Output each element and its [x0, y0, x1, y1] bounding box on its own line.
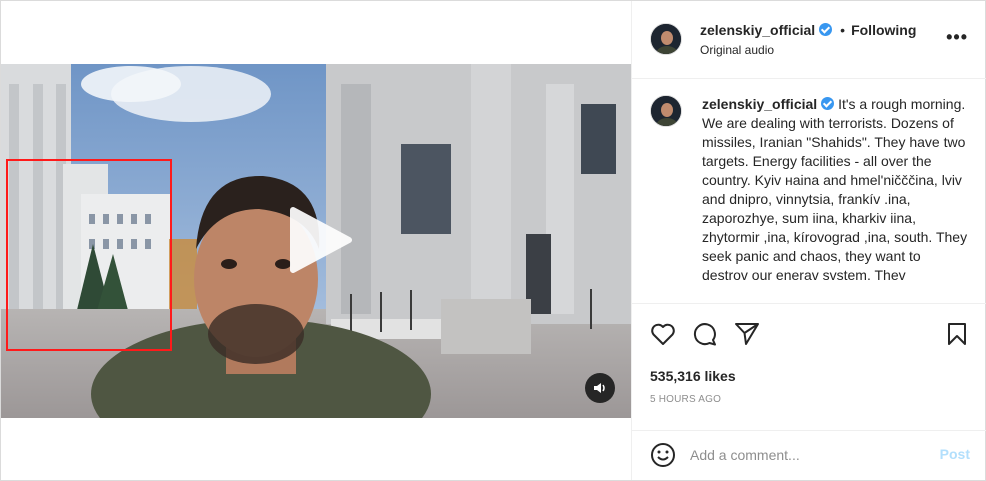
like-heart-icon[interactable]	[650, 322, 676, 346]
more-options-button[interactable]: •••	[946, 27, 968, 48]
caption-avatar[interactable]	[650, 95, 682, 127]
annotation-highlight-box	[6, 159, 172, 351]
author-avatar[interactable]	[650, 23, 682, 55]
caption-text-block: zelenskiy_official It's a rough morning.…	[702, 95, 970, 285]
share-plane-icon[interactable]	[734, 322, 760, 346]
play-icon[interactable]	[287, 204, 353, 276]
post-actions: 535,316 likes 5 HOURS AGO	[632, 303, 986, 430]
verified-badge-icon	[819, 23, 833, 36]
caption-username[interactable]: zelenskiy_official	[702, 96, 817, 112]
header-username[interactable]: zelenskiy_official	[700, 22, 815, 38]
audio-label[interactable]: Original audio	[700, 43, 916, 57]
post-sidebar: zelenskiy_official • Following Original au…	[631, 1, 986, 480]
likes-count[interactable]: 535,316 likes	[650, 368, 736, 384]
following-button[interactable]: Following	[851, 22, 916, 38]
post-media	[1, 1, 631, 480]
comment-input[interactable]	[690, 443, 920, 467]
post-timestamp[interactable]: 5 HOURS AGO	[650, 394, 721, 405]
post-comment-button[interactable]: Post	[940, 446, 970, 462]
header-meta: zelenskiy_official • Following Original au…	[700, 22, 916, 57]
caption-body: It's a rough morning. We are dealing wit…	[702, 96, 968, 283]
comment-bubble-icon[interactable]	[692, 322, 718, 346]
separator-dot: •	[840, 22, 846, 38]
avatar-portrait-image	[651, 24, 681, 54]
emoji-icon[interactable]	[650, 442, 676, 468]
sound-toggle-button[interactable]	[585, 373, 615, 403]
post-caption: zelenskiy_official It's a rough morning.…	[648, 95, 978, 303]
sound-icon	[594, 383, 605, 393]
post-header: zelenskiy_official • Following Original au…	[632, 1, 986, 79]
comment-bar: Post	[632, 430, 986, 480]
video-player[interactable]	[1, 64, 631, 418]
verified-badge-icon	[821, 97, 835, 110]
avatar-portrait-image	[651, 96, 681, 126]
save-bookmark-icon[interactable]	[946, 322, 968, 346]
